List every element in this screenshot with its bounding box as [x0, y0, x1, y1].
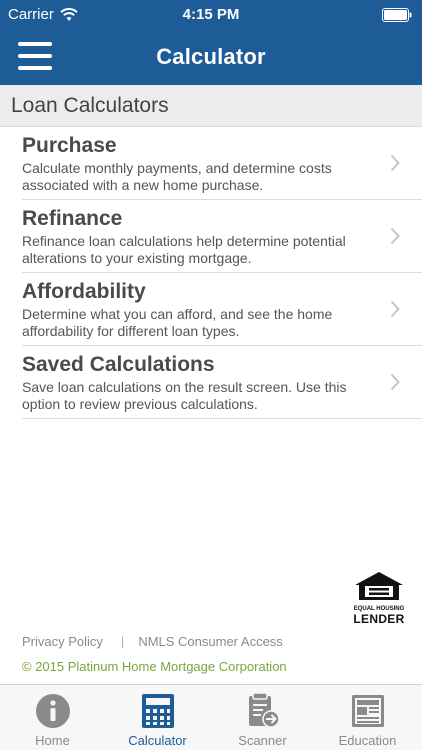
item-title: Affordability [22, 280, 146, 303]
chevron-right-icon [390, 300, 400, 318]
list-item-saved-calculations[interactable]: Saved Calculations Save loan calculation… [22, 346, 422, 419]
calculator-list: Purchase Calculate monthly payments, and… [0, 127, 422, 419]
tab-label: Calculator [128, 733, 187, 748]
newspaper-icon [352, 695, 384, 727]
privacy-policy-link[interactable]: Privacy Policy [22, 634, 103, 649]
list-item-affordability[interactable]: Affordability Determine what you can aff… [22, 273, 422, 346]
tab-bar: Home Calculator Scanner Education [0, 684, 422, 750]
status-bar: Carrier 4:15 PM [0, 0, 422, 30]
list-item-refinance[interactable]: Refinance Refinance loan calculations he… [22, 200, 422, 273]
footer-separator: | [120, 634, 125, 649]
battery-icon [382, 8, 412, 22]
tab-scanner[interactable]: Scanner [210, 685, 315, 750]
nav-bar: Calculator [0, 30, 422, 85]
scanner-icon [249, 693, 280, 728]
item-description: Refinance loan calculations help determi… [22, 233, 346, 266]
tab-label: Scanner [238, 733, 287, 748]
item-title: Refinance [22, 207, 123, 230]
chevron-right-icon [390, 227, 400, 245]
section-header: Loan Calculators [0, 85, 422, 127]
lender-text: LENDER [353, 612, 405, 626]
equal-housing-logo: EQUAL HOUSING LENDER [352, 571, 406, 627]
item-title: Purchase [22, 134, 117, 157]
chevron-right-icon [390, 154, 400, 172]
chevron-right-icon [390, 373, 400, 391]
item-description: Calculate monthly payments, and determin… [22, 160, 332, 193]
item-description: Determine what you can afford, and see t… [22, 306, 333, 339]
tab-label: Home [35, 733, 70, 748]
tab-calculator[interactable]: Calculator [105, 685, 210, 750]
info-icon [36, 694, 70, 728]
copyright-text: © 2015 Platinum Home Mortgage Corporatio… [22, 659, 287, 674]
nmls-consumer-access-link[interactable]: NMLS Consumer Access [138, 634, 283, 649]
status-time: 4:15 PM [182, 6, 240, 23]
section-title: Loan Calculators [11, 94, 169, 117]
item-description: Save loan calculations on the result scr… [22, 379, 347, 412]
page-title: Calculator [156, 44, 266, 69]
app-header: Carrier 4:15 PM Calculator [0, 0, 422, 85]
footer-links: Privacy Policy | NMLS Consumer Access [22, 634, 283, 649]
list-item-purchase[interactable]: Purchase Calculate monthly payments, and… [22, 127, 422, 200]
tab-home[interactable]: Home [0, 685, 105, 750]
calculator-icon [142, 694, 174, 728]
equal-housing-icon [355, 572, 403, 600]
item-title: Saved Calculations [22, 353, 215, 376]
tab-education[interactable]: Education [315, 685, 420, 750]
tab-label: Education [338, 733, 397, 748]
